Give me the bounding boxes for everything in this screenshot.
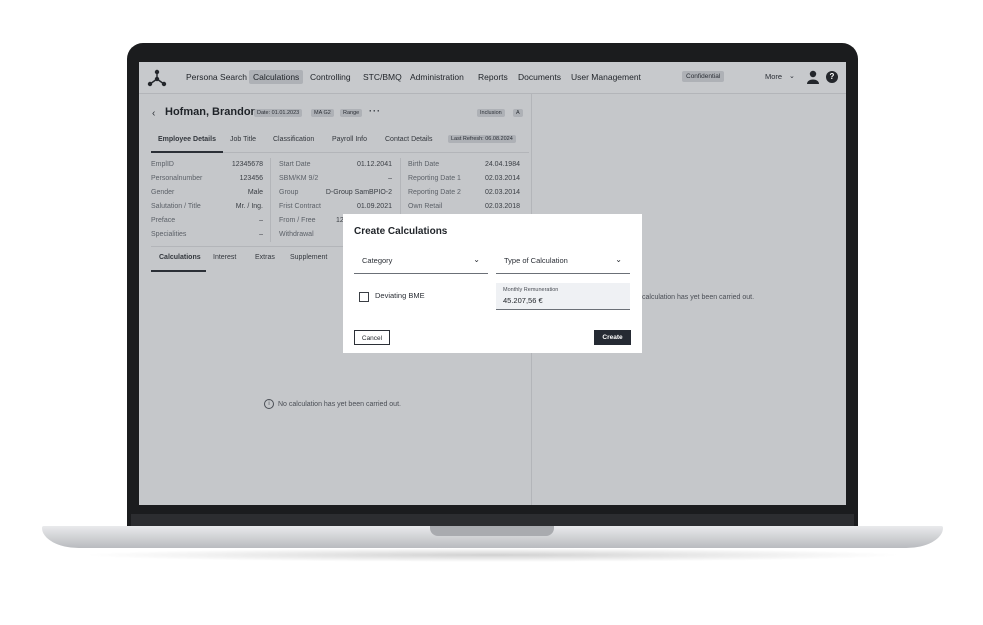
more-menu[interactable]: More xyxy=(765,72,782,81)
field-value: – xyxy=(388,175,392,182)
field-label: Reporting Date 1 xyxy=(408,175,461,182)
create-calculations-dialog: Create Calculations Category ⌄ Type of C… xyxy=(343,214,642,353)
help-icon[interactable]: ? xyxy=(826,71,838,83)
empty-state-message: i No calculation has yet been carried out… xyxy=(264,399,401,409)
field-label: SBM/KM 9/2 xyxy=(279,175,319,182)
column-divider xyxy=(270,158,271,242)
ma-badge: MA G2 xyxy=(311,109,334,117)
more-options-icon[interactable]: ··· xyxy=(369,106,381,116)
create-button[interactable]: Create xyxy=(594,330,631,345)
back-arrow-icon[interactable]: ‹ xyxy=(152,108,155,119)
empty-state-text: No calculation has yet been carried out. xyxy=(278,400,401,408)
field-label: Own Retail xyxy=(408,203,443,210)
laptop-chin xyxy=(131,514,854,526)
field-label: Group xyxy=(279,189,299,196)
tab-contact-details[interactable]: Contact Details xyxy=(385,136,432,143)
monthly-remuneration-input[interactable] xyxy=(503,296,613,305)
active-tab-indicator xyxy=(151,151,223,153)
tab-employee-details[interactable]: Employee Details xyxy=(158,136,216,143)
employee-name: Hofman, Brandon xyxy=(165,106,258,118)
range-badge: Range xyxy=(340,109,363,117)
field-label: Specialities xyxy=(151,231,187,238)
monthly-remuneration-field[interactable]: Monthly Remuneration xyxy=(496,283,630,310)
field-value: Male xyxy=(247,189,263,196)
dialog-title: Create Calculations xyxy=(354,226,448,237)
chevron-down-icon[interactable]: ⌄ xyxy=(789,72,795,80)
chevron-down-icon: ⌄ xyxy=(473,255,480,264)
field-label: Frist Contract xyxy=(279,203,322,210)
nav-controlling[interactable]: Controlling xyxy=(306,70,355,84)
field-value: 24.04.1984 xyxy=(484,161,520,168)
nav-calculations[interactable]: Calculations xyxy=(249,70,304,84)
inclusion-badge: Inclusion xyxy=(477,109,505,117)
field-label: Withdrawal xyxy=(279,231,314,238)
monthly-remuneration-label: Monthly Remuneration xyxy=(503,287,559,293)
field-value: 02.03.2018 xyxy=(484,203,520,210)
field-value: 123456 xyxy=(239,175,263,182)
type-of-calculation-select[interactable]: Type of Calculation ⌄ xyxy=(496,249,630,274)
nav-user-management[interactable]: User Management xyxy=(567,70,645,84)
detail-tabs: Employee Details Job Title Classificatio… xyxy=(151,130,529,153)
field-label: Reporting Date 2 xyxy=(408,189,461,196)
confidential-badge: Confidential xyxy=(682,71,725,82)
nav-reports[interactable]: Reports xyxy=(474,70,512,84)
a-badge: A xyxy=(513,109,523,117)
type-select-label: Type of Calculation xyxy=(504,256,568,265)
tab-job-title[interactable]: Job Title xyxy=(230,136,256,143)
field-value: – xyxy=(259,231,263,238)
last-refresh-badge: Last Refresh: 06.08.2024 xyxy=(448,135,516,143)
field-value: – xyxy=(259,217,263,224)
nav-stc-bmq[interactable]: STC/BMQ xyxy=(359,70,406,84)
field-label: From / Free xyxy=(279,217,316,224)
app-screen: Persona Search Calculations Controlling … xyxy=(139,62,846,505)
cancel-button[interactable]: Cancel xyxy=(354,330,390,345)
date-badge: Date: 01.01.2023 xyxy=(254,109,303,117)
field-value: 02.03.2014 xyxy=(484,189,520,196)
field-label: Salutation / Title xyxy=(151,203,201,210)
nav-administration[interactable]: Administration xyxy=(406,70,468,84)
info-icon: i xyxy=(264,399,274,409)
field-label: Preface xyxy=(151,217,176,224)
nav-documents[interactable]: Documents xyxy=(514,70,565,84)
field-value: D-Group SamBPIO-2 xyxy=(325,189,392,196)
category-select-label: Category xyxy=(362,256,393,265)
tab-calculations[interactable]: Calculations xyxy=(159,254,201,261)
top-nav: Persona Search Calculations Controlling … xyxy=(139,62,846,94)
tab-extras[interactable]: Extras xyxy=(255,254,275,261)
deviating-bme-label[interactable]: Deviating BME xyxy=(375,291,425,300)
category-select[interactable]: Category ⌄ xyxy=(354,249,488,274)
tab-interest[interactable]: Interest xyxy=(213,254,236,261)
field-value: 01.12.2041 xyxy=(356,161,392,168)
tab-classification[interactable]: Classification xyxy=(273,136,314,143)
laptop-notch xyxy=(430,526,554,536)
field-value: Mr. / Ing. xyxy=(235,203,263,210)
field-value: 02.03.2014 xyxy=(484,175,520,182)
field-label: Personalnumber xyxy=(151,175,203,182)
app-logo-icon[interactable] xyxy=(147,69,167,87)
field-value: 12345678 xyxy=(231,161,263,168)
field-value: 01.09.2021 xyxy=(356,203,392,210)
right-empty-state-text: calculation has yet been carried out. xyxy=(642,294,755,301)
user-icon[interactable] xyxy=(807,70,819,84)
tab-payroll-info[interactable]: Payroll Info xyxy=(332,136,367,143)
active-subtab-indicator xyxy=(151,270,206,272)
field-label: EmplID xyxy=(151,161,174,168)
deviating-bme-checkbox[interactable] xyxy=(359,292,369,302)
chevron-down-icon: ⌄ xyxy=(615,255,622,264)
nav-persona-search[interactable]: Persona Search xyxy=(182,70,251,84)
laptop-shadow xyxy=(80,548,905,562)
field-label: Start Date xyxy=(279,161,311,168)
field-label: Gender xyxy=(151,189,175,196)
field-label: Birth Date xyxy=(408,161,440,168)
tab-supplement[interactable]: Supplement xyxy=(290,254,327,261)
